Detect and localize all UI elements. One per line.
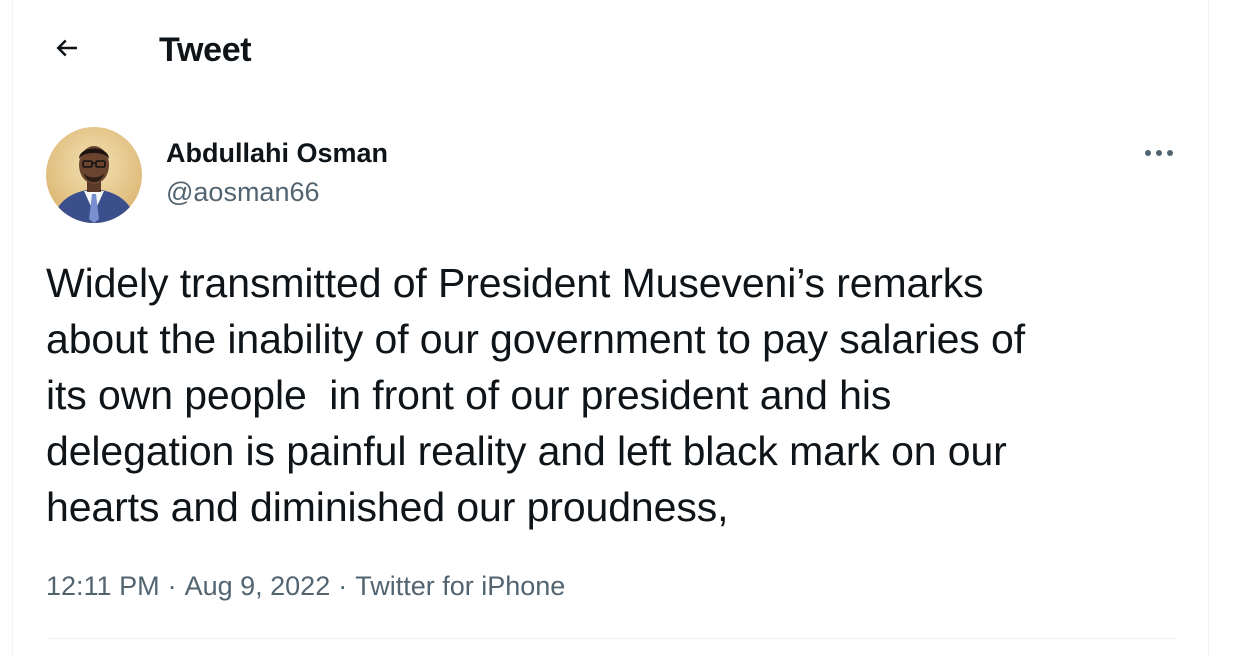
back-button[interactable] bbox=[47, 28, 87, 68]
avatar[interactable] bbox=[46, 127, 142, 223]
tweet-time-link[interactable]: 12:11 PM bbox=[46, 571, 160, 601]
tweet-metadata: 12:11 PM · Aug 9, 2022 · Twitter for iPhone bbox=[46, 568, 565, 604]
more-options-button[interactable] bbox=[1135, 134, 1183, 172]
ellipsis-icon bbox=[1145, 150, 1173, 156]
arrow-left-icon bbox=[56, 39, 77, 57]
page-header: Tweet bbox=[13, 0, 1208, 100]
main-column: Tweet Abdullahi Osman @aosman66 Widely t… bbox=[12, 0, 1209, 656]
author-handle[interactable]: @aosman66 bbox=[166, 175, 320, 209]
tweet-text: Widely transmitted of President Museveni… bbox=[46, 260, 1025, 530]
profile-photo bbox=[46, 127, 142, 223]
page-title: Tweet bbox=[159, 31, 252, 69]
tweet-source-link[interactable]: Twitter for iPhone bbox=[355, 571, 565, 601]
divider bbox=[46, 638, 1178, 639]
meta-separator: · bbox=[338, 571, 348, 601]
tweet-date-link[interactable]: Aug 9, 2022 bbox=[185, 571, 331, 601]
tweet-page: Tweet Abdullahi Osman @aosman66 Widely t… bbox=[0, 0, 1246, 656]
author-name[interactable]: Abdullahi Osman bbox=[166, 136, 388, 170]
meta-separator: · bbox=[167, 571, 177, 601]
